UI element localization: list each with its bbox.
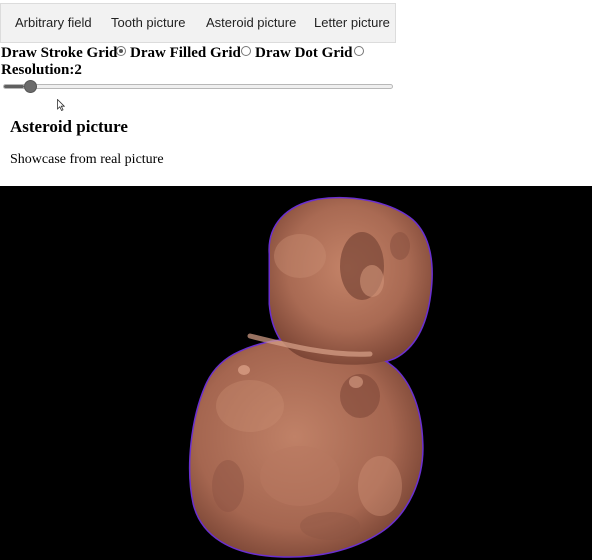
filled-grid-label: Draw Filled Grid [130, 45, 241, 61]
dot-grid-radio[interactable] [354, 46, 364, 56]
asteroid-image [188, 196, 433, 558]
resolution-label: Resolution:2 [1, 62, 82, 79]
resolution-slider-thumb[interactable] [23, 80, 37, 93]
resolution-label-text: Resolution: [1, 62, 75, 78]
resolution-slider[interactable] [3, 84, 393, 89]
section-title: Asteroid picture [10, 117, 128, 136]
tab-tooth-picture[interactable]: Tooth picture [111, 4, 185, 42]
mouse-cursor-icon [57, 99, 65, 111]
tab-asteroid-picture[interactable]: Asteroid picture [206, 4, 296, 42]
asteroid-canvas[interactable] [0, 186, 592, 560]
tab-bar: Arbitrary field Tooth picture Asteroid p… [0, 3, 396, 43]
resolution-value: 2 [74, 62, 82, 78]
stroke-grid-label: Draw Stroke Grid [1, 45, 118, 61]
filled-grid-radio[interactable] [241, 46, 251, 56]
resolution-slider-fill [4, 85, 24, 88]
tab-arbitrary-field[interactable]: Arbitrary field [15, 4, 92, 42]
stroke-grid-radio[interactable] [116, 46, 126, 56]
dot-grid-label: Draw Dot Grid [255, 45, 353, 61]
tab-letter-picture[interactable]: Letter picture [314, 4, 390, 42]
section-description: Showcase from real picture [10, 152, 164, 167]
